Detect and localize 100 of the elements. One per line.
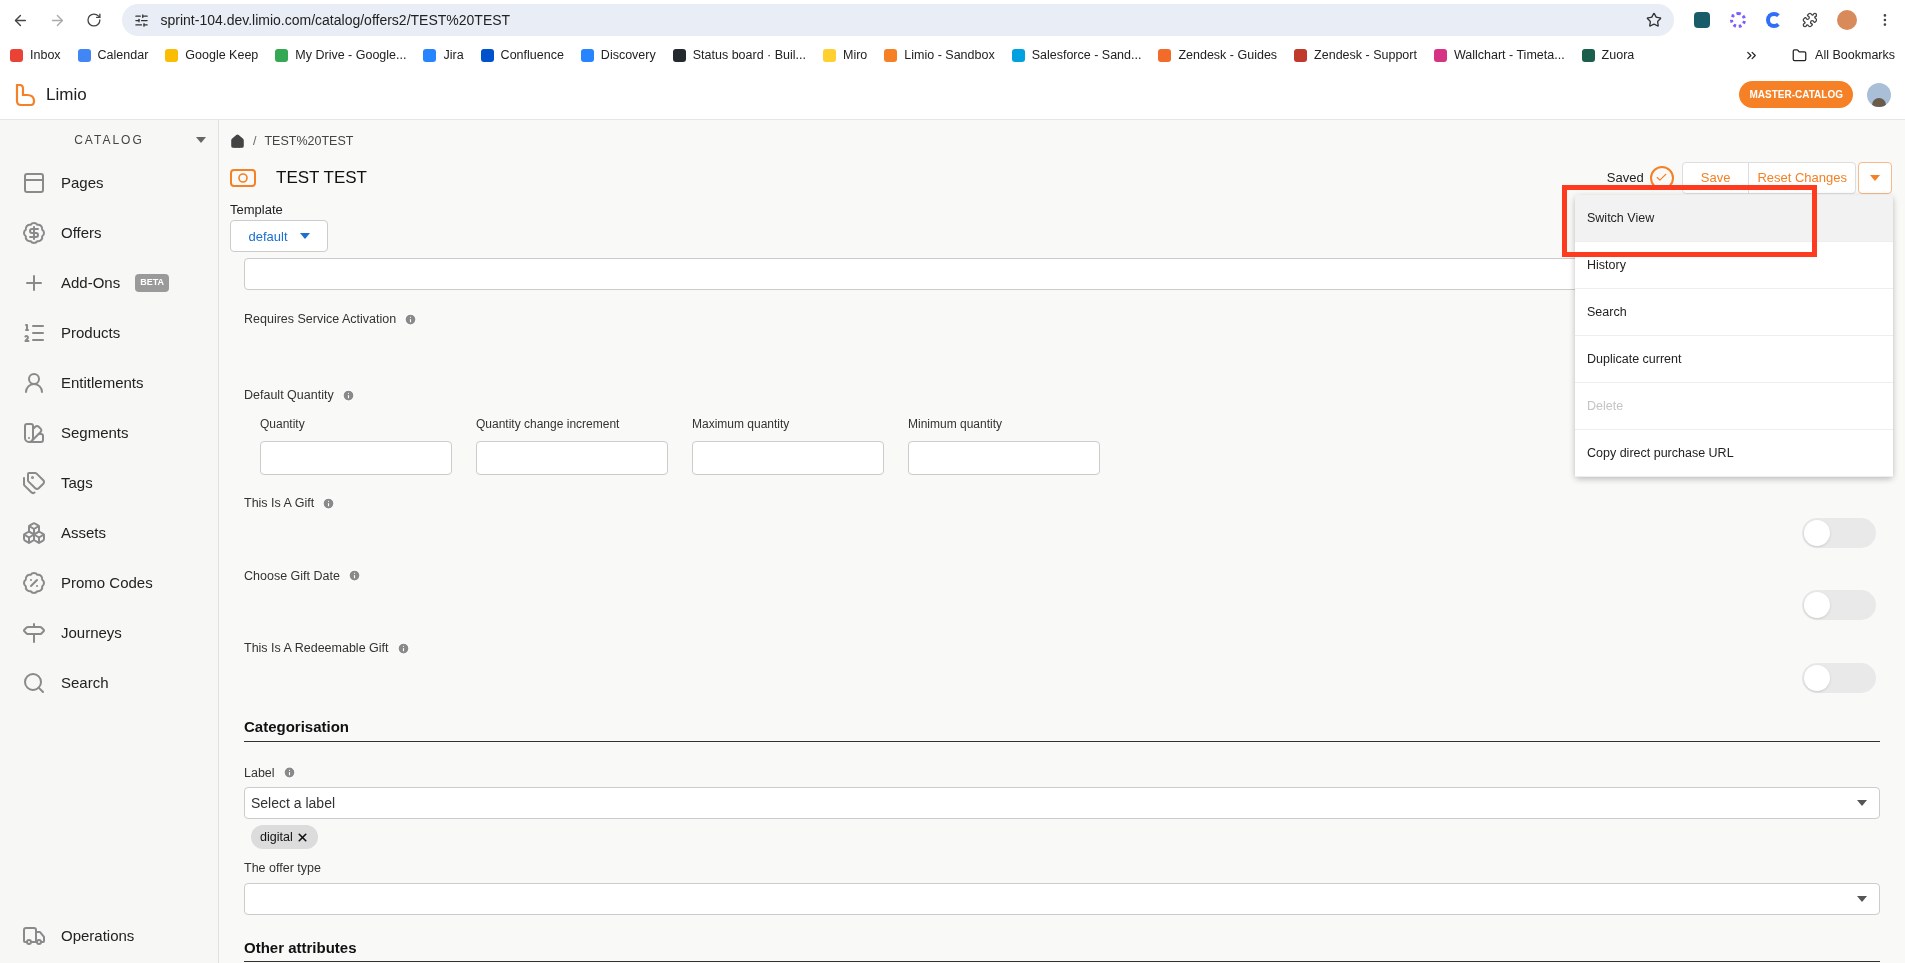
extension-icon[interactable] <box>1729 12 1746 28</box>
home-icon[interactable] <box>230 133 245 149</box>
quantity-field[interactable] <box>692 440 884 475</box>
sidebar-item[interactable]: Products <box>0 308 218 358</box>
quantity-field[interactable] <box>908 440 1100 475</box>
toggle-switch[interactable] <box>1802 517 1876 548</box>
quantity-field[interactable] <box>260 440 452 475</box>
sidebar-item[interactable]: Assets <box>0 508 218 558</box>
user-avatar[interactable] <box>1867 82 1891 107</box>
info-icon <box>396 642 410 656</box>
caret-icon[interactable] <box>196 137 206 143</box>
info-icon <box>404 313 418 327</box>
bookmark-icon <box>1158 48 1172 62</box>
bookmark-icon <box>10 48 23 62</box>
bookmark[interactable]: Salesforce - Sand... <box>1011 45 1142 65</box>
template-dropdown[interactable]: default <box>230 220 328 253</box>
field-label: This Is A Redeemable Gift <box>244 640 389 658</box>
field-label: Choose Gift Date <box>244 567 340 585</box>
swatch-icon <box>22 421 46 445</box>
field-label: Label <box>244 764 275 782</box>
toggle-switch[interactable] <box>1802 590 1876 621</box>
bookmark-icon <box>423 48 437 62</box>
bookmark[interactable]: Zendesk - Support <box>1294 45 1417 65</box>
bookmark-icon <box>480 48 494 62</box>
breadcrumb-current: TEST%20TEST <box>264 133 354 150</box>
tag-chip[interactable]: digital <box>251 825 318 850</box>
bookmark[interactable]: Status board · Buil... <box>672 45 806 65</box>
remove-icon[interactable] <box>295 830 309 844</box>
info-icon <box>282 766 296 780</box>
section-heading: Categorisation <box>244 718 349 735</box>
bookmark[interactable]: My Drive - Google... <box>275 45 407 65</box>
site-settings-icon[interactable] <box>133 12 149 28</box>
bookmark[interactable]: Miro <box>823 45 868 65</box>
label-select[interactable]: Select a label <box>244 787 1880 820</box>
bookmark-icon <box>77 48 91 62</box>
menu-item[interactable]: Switch View <box>1575 195 1893 242</box>
bookmark[interactable]: Wallchart - Timeta... <box>1433 45 1565 65</box>
menu-item[interactable]: History <box>1575 242 1893 289</box>
sidebar-item[interactable]: Segments <box>0 408 218 458</box>
bookmark-icon <box>165 48 179 62</box>
sidebar-item[interactable]: Entitlements <box>0 358 218 408</box>
percent-badge-icon <box>22 571 46 595</box>
sidebar-item[interactable]: Journeys <box>0 608 218 658</box>
bookmark[interactable]: Jira <box>423 45 464 65</box>
bookmark-star-icon[interactable] <box>1645 12 1662 28</box>
quantity-field[interactable] <box>476 440 668 475</box>
more-actions-button[interactable] <box>1858 161 1892 194</box>
bookmark[interactable]: Discovery <box>580 45 656 65</box>
bookmark[interactable]: Calendar <box>77 45 149 65</box>
bookmark-icon <box>672 48 686 62</box>
profile-avatar[interactable] <box>1837 10 1858 30</box>
caret-icon <box>1857 896 1867 902</box>
bookmark[interactable]: Zuora <box>1581 45 1635 65</box>
logo-icon <box>14 82 36 107</box>
sidebar-item[interactable]: Add-Ons BETA <box>0 258 218 308</box>
field-label: Minimum quantity <box>908 415 1004 433</box>
sidebar-heading: CATALOG <box>74 132 144 149</box>
field-label: Quantity <box>260 415 306 433</box>
extension-icon[interactable] <box>1693 12 1710 28</box>
numbered-list-icon <box>22 321 46 345</box>
menu-item[interactable]: Duplicate current <box>1575 336 1893 383</box>
section-heading: Other attributes <box>244 939 357 956</box>
extensions-icon[interactable] <box>1801 12 1818 28</box>
window-icon <box>22 171 46 195</box>
bookmark[interactable]: Confluence <box>480 45 564 65</box>
page-title: TEST TEST <box>276 167 367 189</box>
user-icon <box>22 371 46 395</box>
bookmark-icon <box>580 48 594 62</box>
saved-status: Saved <box>1606 169 1644 187</box>
address-bar[interactable]: sprint-104.dev.limio.com/catalog/offers2/TEST%20TEST <box>121 4 1674 36</box>
field-label: Quantity change increment <box>476 415 621 433</box>
bookmark[interactable]: Limio - Sandbox <box>884 45 995 65</box>
sidebar-item[interactable]: Tags <box>0 458 218 508</box>
signpost-icon <box>22 621 46 645</box>
bookmark[interactable]: Google Keep <box>165 45 259 65</box>
field-label: This Is A Gift <box>244 494 315 512</box>
toggle-switch[interactable] <box>1802 663 1876 693</box>
field-label: Default Quantity <box>244 387 334 404</box>
menu-item[interactable]: Copy direct purchase URL <box>1575 430 1893 477</box>
template-label: Template <box>230 200 283 219</box>
reload-icon[interactable] <box>85 12 102 28</box>
bookmark[interactable]: Zendesk - Guides <box>1158 45 1278 65</box>
bookmark-icon <box>1433 48 1447 62</box>
extension-icon[interactable] <box>1765 12 1782 28</box>
bookmark-icon <box>275 48 289 62</box>
sidebar-item[interactable]: Search <box>0 658 218 708</box>
sidebar-item[interactable]: Promo Codes <box>0 558 218 608</box>
caret-icon <box>1870 174 1880 181</box>
sidebar-item[interactable]: Operations <box>0 911 218 961</box>
field-label: The offer type <box>244 860 322 878</box>
dollar-badge-icon <box>22 221 46 245</box>
url-text: sprint-104.dev.limio.com/catalog/offers2/TEST%20TEST <box>160 10 512 30</box>
truck-icon <box>22 924 46 948</box>
menu-item[interactable]: Search <box>1575 289 1893 336</box>
sidebar-item[interactable]: Offers <box>0 208 218 258</box>
caret-icon <box>1857 800 1867 807</box>
all-bookmarks-button[interactable]: All Bookmarks <box>1792 45 1895 65</box>
bookmark[interactable]: Inbox <box>10 45 61 65</box>
bookmark-icon <box>1011 48 1025 62</box>
sidebar-item[interactable]: Pages <box>0 158 218 208</box>
